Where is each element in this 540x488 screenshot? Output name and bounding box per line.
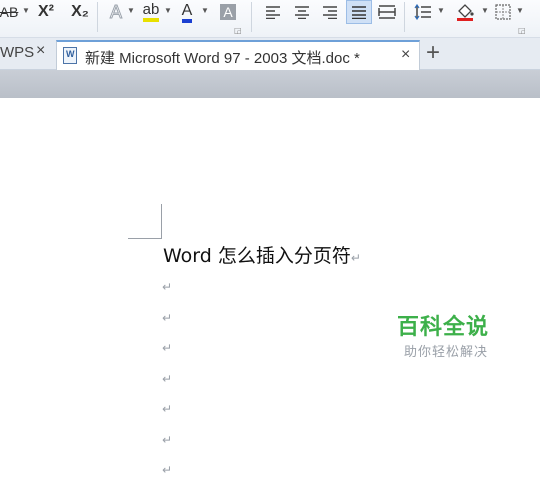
borders-icon — [495, 4, 511, 20]
highlight-icon: ab — [142, 2, 160, 22]
tab-wps[interactable]: WPS — [0, 44, 34, 61]
superscript-button[interactable]: X² — [34, 0, 58, 24]
distributed-align-icon — [378, 5, 396, 19]
strikethrough-button[interactable]: AB — [0, 0, 22, 24]
toolbar-separator — [251, 2, 252, 32]
ribbon-toolbar: AB ▼ X² X₂ A ▼ ab ▼ A ▼ A ◲ ▼ ▼ ▼ ◲ — [0, 0, 540, 38]
align-center-button[interactable] — [291, 0, 313, 24]
character-shading-button[interactable]: A — [218, 0, 238, 24]
heading-text: Word 怎么插入分页符 — [163, 245, 351, 267]
paragraph-mark-icon: ↵ — [162, 463, 173, 477]
text-effect-dropdown-icon[interactable]: ▼ — [127, 6, 135, 15]
paragraph-dialog-launcher-icon[interactable]: ◲ — [518, 26, 526, 35]
align-left-button[interactable] — [262, 0, 284, 24]
highlight-button[interactable]: ab — [139, 0, 163, 24]
watermark-logo-text: 百科全说 — [397, 315, 490, 340]
font-dialog-launcher-icon[interactable]: ◲ — [234, 26, 242, 35]
distributed-align-button[interactable] — [376, 0, 398, 24]
ruler-area — [0, 70, 540, 98]
borders-dropdown-icon[interactable]: ▼ — [516, 6, 524, 15]
paragraph-mark-icon: ↵ — [350, 251, 361, 265]
paragraph-mark-icon: ↵ — [162, 433, 173, 447]
paragraph-mark-icon: ↵ — [162, 311, 173, 325]
character-shading-icon: A — [220, 4, 236, 20]
highlight-dropdown-icon[interactable]: ▼ — [164, 6, 172, 15]
toolbar-separator — [404, 2, 405, 32]
document-tab-bar: WPS × W 新建 Microsoft Word 97 - 2003 文档.d… — [0, 38, 540, 70]
line-spacing-button[interactable] — [412, 0, 434, 24]
paint-bucket-icon — [457, 4, 474, 21]
subscript-button[interactable]: X₂ — [67, 0, 93, 24]
line-spacing-dropdown-icon[interactable]: ▼ — [437, 6, 445, 15]
justify-icon — [352, 6, 366, 19]
close-icon[interactable]: × — [36, 42, 45, 60]
font-color-dropdown-icon[interactable]: ▼ — [201, 6, 209, 15]
word-document-icon: W — [63, 47, 77, 64]
toolbar-separator — [97, 2, 98, 32]
close-icon[interactable]: × — [401, 46, 410, 64]
subscript-icon: X₂ — [71, 3, 89, 20]
margin-corner-mark — [161, 204, 162, 238]
align-right-icon — [323, 6, 337, 19]
document-tab-title: 新建 Microsoft Word 97 - 2003 文档.doc * — [85, 50, 360, 67]
new-tab-button[interactable]: + — [426, 39, 440, 67]
text-effect-icon: A — [109, 1, 122, 22]
paragraph-mark-icon: ↵ — [162, 341, 173, 355]
font-color-button[interactable]: A — [176, 0, 198, 24]
document-heading[interactable]: Word 怎么插入分页符↵ — [163, 241, 361, 268]
superscript-icon: X² — [38, 3, 54, 20]
text-effect-button[interactable]: A — [104, 0, 128, 24]
align-center-icon — [295, 6, 309, 19]
strikethrough-dropdown-icon[interactable]: ▼ — [22, 6, 30, 15]
align-left-icon — [266, 6, 280, 19]
shading-dropdown-icon[interactable]: ▼ — [481, 6, 489, 15]
margin-corner-mark — [128, 238, 162, 239]
paragraph-mark-icon: ↵ — [162, 280, 173, 294]
font-color-icon: A — [181, 2, 193, 23]
document-page[interactable]: Word 怎么插入分页符↵ ↵ ↵ ↵ ↵ ↵ ↵ ↵ — [0, 98, 540, 488]
watermark-subtitle: 助你轻松解决 — [404, 345, 489, 360]
paragraph-mark-icon: ↵ — [162, 372, 173, 386]
justify-button[interactable] — [346, 0, 372, 24]
tab-document[interactable]: W 新建 Microsoft Word 97 - 2003 文档.doc * × — [56, 40, 420, 70]
strikethrough-icon: AB — [0, 4, 19, 20]
shading-fill-button[interactable] — [453, 0, 477, 24]
borders-button[interactable] — [492, 0, 514, 24]
line-spacing-icon — [414, 4, 431, 20]
paragraph-mark-icon: ↵ — [162, 402, 173, 416]
align-right-button[interactable] — [319, 0, 341, 24]
